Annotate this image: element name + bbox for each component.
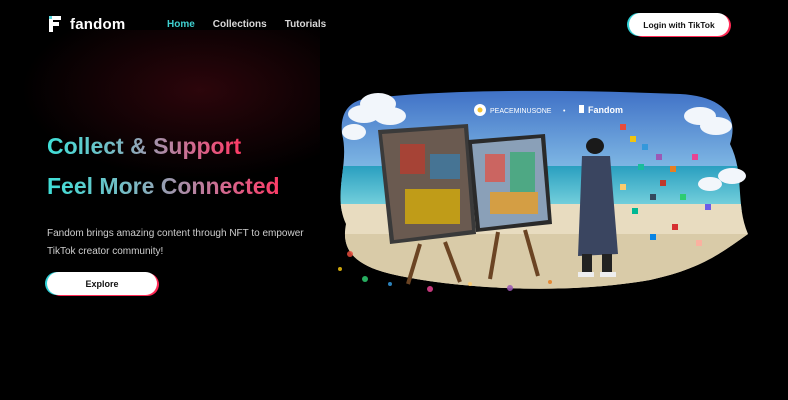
explore-button[interactable]: Explore	[47, 272, 157, 295]
hero-headline-secondary: Feel More Connected	[47, 173, 280, 199]
fandom-logo-icon	[49, 16, 61, 32]
hero-headline-primary: Collect & Support	[47, 133, 242, 159]
fandom-mark-icon	[579, 105, 584, 113]
login-with-tiktok-button[interactable]: Login with TikTok	[629, 13, 729, 36]
brand-logo[interactable]: fandom	[47, 14, 125, 34]
nav-item-collections[interactable]: Collections	[213, 19, 267, 30]
brand-name: fandom	[70, 15, 126, 33]
artwork-brand-name: Fandom	[588, 105, 623, 115]
nav-item-home[interactable]: Home	[167, 19, 195, 30]
hero-description: Fandom brings amazing content through NF…	[47, 228, 304, 257]
hero-artwork: PEACEMINUSONE • Fandom	[338, 90, 749, 292]
main-nav: Home Collections Tutorials	[167, 19, 326, 30]
partner-name: PEACEMINUSONE	[490, 108, 552, 115]
nav-item-tutorials[interactable]: Tutorials	[285, 19, 326, 30]
